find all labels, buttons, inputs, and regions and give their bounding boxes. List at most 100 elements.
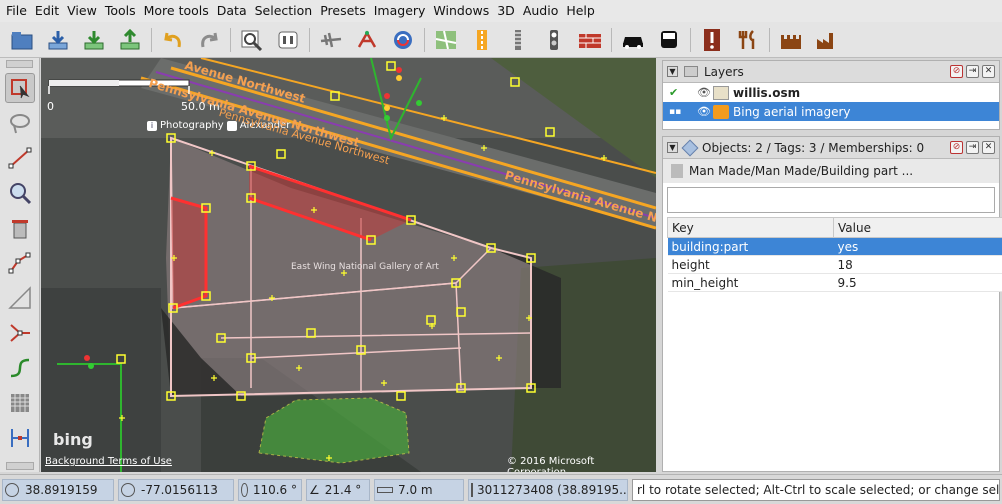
- tag-value[interactable]: 18: [833, 255, 1002, 274]
- toolbar-separator: [690, 27, 691, 52]
- active-check-icon: ✔: [669, 86, 679, 99]
- menu-more-tools[interactable]: More tools: [140, 0, 213, 22]
- tag-key: building:part: [667, 237, 834, 256]
- detach-panel-icon[interactable]: ⇥: [966, 65, 979, 78]
- menu-file[interactable]: File: [2, 0, 31, 22]
- menu-bar: File Edit View Tools More tools Data Sel…: [0, 0, 1002, 22]
- map-icon[interactable]: [432, 26, 460, 54]
- visibility-eye-icon[interactable]: 👁: [697, 105, 711, 118]
- split-icon[interactable]: [5, 318, 35, 348]
- tag-row[interactable]: building:part yes: [667, 237, 1002, 256]
- flight-icon[interactable]: [353, 26, 381, 54]
- preferences-icon[interactable]: [274, 26, 302, 54]
- upload-icon[interactable]: [116, 26, 144, 54]
- scroll-down-arrow[interactable]: [6, 462, 34, 470]
- delete-tool-icon[interactable]: [5, 213, 35, 243]
- value-column-header[interactable]: Value: [833, 217, 1002, 238]
- layer-name: willis.osm: [733, 85, 801, 100]
- warning-icon[interactable]: [698, 26, 726, 54]
- angle-value: 21.4 °: [324, 482, 362, 497]
- toolbar-separator: [230, 27, 231, 52]
- select-tool-icon[interactable]: [5, 73, 35, 103]
- layer-row-willis[interactable]: ✔ 👁 willis.osm: [663, 83, 999, 102]
- latitude-field: 38.8919159: [2, 478, 114, 501]
- menu-data[interactable]: Data: [213, 0, 251, 22]
- drag-handle-icon[interactable]: ▪▪: [669, 107, 683, 117]
- menu-selection[interactable]: Selection: [251, 0, 317, 22]
- map-view[interactable]: 0 50.0 m i Photography Alexander Pennsyl…: [41, 58, 656, 472]
- longitude-value: -77.0156113: [141, 482, 218, 497]
- measure-icon[interactable]: [5, 283, 35, 313]
- menu-audio[interactable]: Audio: [519, 0, 563, 22]
- tag-icon: [681, 139, 699, 156]
- disable-panel-icon[interactable]: ⊘: [950, 65, 963, 78]
- tag-key: min_height: [667, 273, 834, 292]
- rail-icon[interactable]: [504, 26, 532, 54]
- menu-imagery[interactable]: Imagery: [370, 0, 430, 22]
- parallel-way-icon[interactable]: [5, 248, 35, 278]
- latitude-icon: [5, 482, 19, 497]
- tags-table: Key Value building:part yes height 18 mi…: [667, 217, 1002, 292]
- tag-row[interactable]: min_height 9.5: [667, 273, 1002, 292]
- road-icon[interactable]: [468, 26, 496, 54]
- zoom-tool-icon[interactable]: [5, 178, 35, 208]
- lasso-icon[interactable]: [5, 108, 35, 138]
- collapse-arrow-icon[interactable]: ▼: [667, 142, 678, 153]
- help-message: rl to rotate selected; Alt-Ctrl to scale…: [637, 482, 1000, 497]
- traffic-signals-icon[interactable]: [540, 26, 568, 54]
- detach-panel-icon[interactable]: ⇥: [966, 141, 979, 154]
- toolbar-separator: [309, 27, 310, 52]
- menu-help[interactable]: Help: [562, 0, 599, 22]
- factory-icon[interactable]: [813, 26, 841, 54]
- buildings-icon[interactable]: [5, 388, 35, 418]
- angle-field: ∠ 21.4 °: [306, 478, 370, 501]
- sync-icon[interactable]: [389, 26, 417, 54]
- layer-row-bing[interactable]: ▪▪ 👁 Bing aerial imagery: [663, 102, 999, 121]
- close-panel-icon[interactable]: ✕: [982, 65, 995, 78]
- airport-icon[interactable]: [317, 26, 345, 54]
- angle-icon: ∠: [309, 482, 320, 497]
- key-column-header[interactable]: Key: [667, 217, 834, 238]
- restaurant-icon[interactable]: [734, 26, 762, 54]
- download-data-icon[interactable]: [80, 26, 108, 54]
- menu-edit[interactable]: Edit: [31, 0, 63, 22]
- menu-presets[interactable]: Presets: [316, 0, 370, 22]
- draw-icon[interactable]: [5, 143, 35, 173]
- length-value: 7.0 m: [398, 482, 433, 497]
- menu-windows[interactable]: Windows: [429, 0, 493, 22]
- collapse-arrow-icon[interactable]: ▼: [667, 66, 678, 77]
- car-icon[interactable]: [619, 26, 647, 54]
- castle-icon[interactable]: [777, 26, 805, 54]
- info-icon: i: [147, 120, 157, 131]
- wall-icon[interactable]: [576, 26, 604, 54]
- menu-3d[interactable]: 3D: [493, 0, 519, 22]
- tag-row[interactable]: height 18: [667, 255, 1002, 274]
- visibility-eye-icon[interactable]: 👁: [697, 86, 711, 99]
- disable-panel-icon[interactable]: ⊘: [950, 141, 963, 154]
- open-file-icon[interactable]: [8, 26, 36, 54]
- main-toolbar: [0, 22, 1002, 58]
- tag-value[interactable]: 9.5: [833, 273, 1002, 292]
- bus-icon[interactable]: [655, 26, 683, 54]
- pointer-icon: [471, 482, 473, 497]
- heading-field: 110.6 °: [238, 478, 302, 501]
- tags-panel: ▼ Objects: 2 / Tags: 3 / Memberships: 0 …: [662, 136, 1002, 472]
- preset-row[interactable]: Man Made/Man Made/Building part ...: [663, 159, 999, 183]
- menu-tools[interactable]: Tools: [101, 0, 140, 22]
- scroll-up-arrow[interactable]: [6, 60, 33, 68]
- tag-value[interactable]: yes: [833, 237, 1002, 256]
- menu-view[interactable]: View: [63, 0, 101, 22]
- redo-icon[interactable]: [195, 26, 223, 54]
- bing-logo: bing: [53, 430, 93, 449]
- background-terms-link[interactable]: Background Terms of Use: [45, 456, 172, 467]
- layers-panel: ▼ Layers ⊘ ⇥ ✕ ✔ 👁 willis.osm ▪▪ 👁 Bing …: [662, 60, 1000, 130]
- undo-icon[interactable]: [159, 26, 187, 54]
- zoom-icon[interactable]: [238, 26, 266, 54]
- tag-search-input[interactable]: [667, 187, 995, 213]
- close-panel-icon[interactable]: ✕: [982, 141, 995, 154]
- extrude-icon[interactable]: [5, 423, 35, 453]
- right-dialog-panels: ▼ Layers ⊘ ⇥ ✕ ✔ 👁 willis.osm ▪▪ 👁 Bing …: [658, 58, 1002, 472]
- curve-icon[interactable]: [5, 353, 35, 383]
- layers-icon: [684, 66, 698, 77]
- download-icon[interactable]: [44, 26, 72, 54]
